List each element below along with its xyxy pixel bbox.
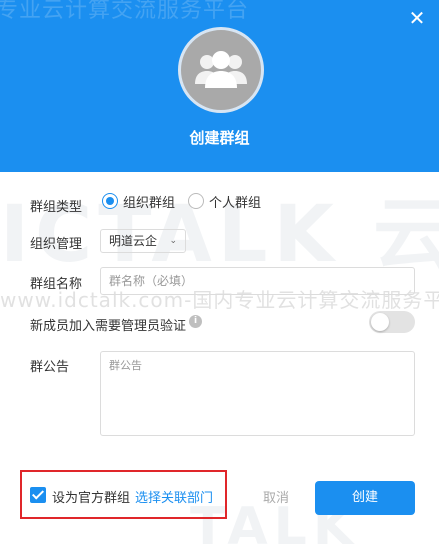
create-button[interactable]: 创建 xyxy=(315,481,415,515)
close-icon[interactable]: ✕ xyxy=(407,8,427,28)
radio-org-group[interactable]: 组织群组 xyxy=(102,192,176,211)
org-management-label: 组织管理 xyxy=(30,237,83,252)
cancel-button[interactable]: 取消 xyxy=(263,487,289,506)
radio-unselected-icon xyxy=(188,193,204,209)
group-name-label: 群组名称 xyxy=(30,277,83,292)
org-select[interactable]: 明道云企 ⌄ xyxy=(100,229,186,253)
toggle-knob xyxy=(371,313,389,331)
radio-org-group-label: 组织群组 xyxy=(123,195,176,211)
group-notice-label: 群公告 xyxy=(30,360,70,375)
group-people-icon xyxy=(195,51,247,88)
group-type-label: 群组类型 xyxy=(30,200,83,215)
radio-personal-group[interactable]: 个人群组 xyxy=(188,192,262,211)
info-icon[interactable]: i xyxy=(189,315,202,328)
verify-label: 新成员加入需要管理员验证 xyxy=(30,319,187,334)
group-notice-input[interactable] xyxy=(100,351,415,436)
radio-selected-icon xyxy=(102,193,118,209)
group-name-input[interactable] xyxy=(100,267,415,295)
group-avatar[interactable] xyxy=(178,27,264,113)
header-watermark: 专业云计算交流服务平台 xyxy=(0,0,250,23)
chevron-down-icon: ⌄ xyxy=(169,236,177,246)
select-department-link[interactable]: 选择关联部门 xyxy=(135,487,213,506)
official-group-checkbox[interactable] xyxy=(30,487,46,503)
verify-toggle[interactable] xyxy=(369,311,415,333)
dialog-title: 创建群组 xyxy=(189,129,250,147)
radio-personal-group-label: 个人群组 xyxy=(209,195,262,211)
official-group-label[interactable]: 设为官方群组 xyxy=(52,487,130,506)
dialog-header: 专业云计算交流服务平台 ✕ 创建群组 xyxy=(0,0,439,172)
org-select-value: 明道云企 xyxy=(109,234,158,248)
